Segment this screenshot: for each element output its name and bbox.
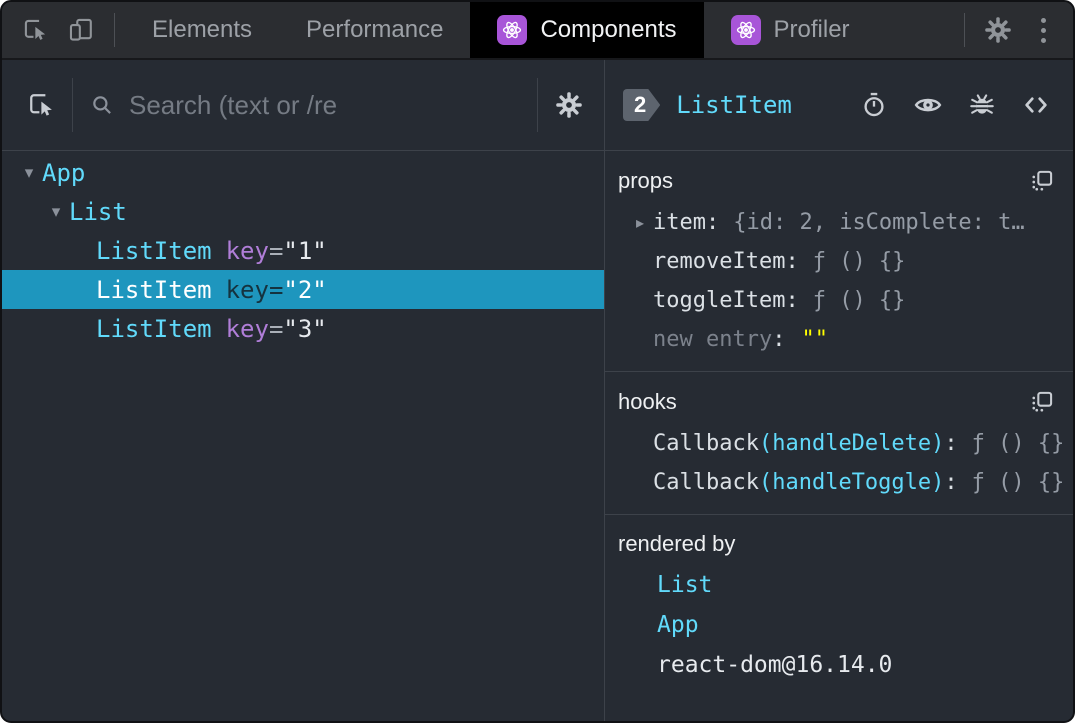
hook-name: (handleDelete) [758,431,945,456]
component-name: ListItem [96,314,212,343]
hook-value: ƒ () {} [971,470,1065,495]
component-inspector-panel: 2 ListItem props ▸ item: {id: 2, isComp… [605,60,1073,721]
suspend-stopwatch-icon[interactable] [860,91,888,119]
tab-performance[interactable]: Performance [279,2,470,58]
tree-row-listitem-2-selected[interactable]: ListItem key = "2" [2,270,604,309]
tab-profiler[interactable]: Profiler [704,2,877,58]
tree-row-app[interactable]: ▾ App [2,153,604,192]
hooks-section-title: hooks [618,389,677,414]
prop-row-toggleitem[interactable]: toggleItem: ƒ () {} [605,281,1073,320]
prop-row-removeitem[interactable]: removeItem: ƒ () {} [605,242,1073,281]
tab-label: Components [540,16,677,43]
new-entry-label: new entry [653,327,773,352]
rendered-by-app-link[interactable]: App [605,605,1073,645]
tab-elements[interactable]: Elements [125,2,279,58]
component-name: ListItem [96,275,212,304]
device-toolbar-icon[interactable] [58,2,104,58]
rendered-by-section: rendered by List App react-dom@16.14.0 [605,515,1073,697]
toolbar-separator [537,78,538,132]
inspect-element-icon[interactable] [12,2,58,58]
copy-props-icon[interactable] [1029,168,1055,194]
element-key-badge: 2 [623,89,660,121]
tab-label: Profiler [773,16,850,43]
key-value: "2" [283,275,327,304]
equals-sign: = [268,236,284,265]
tab-bar-separator [114,13,115,47]
devtools-window: Elements Performance Components Profiler… [0,0,1075,723]
hooks-section: hooks Callback (handleDelete): ƒ () {} Ca… [605,372,1073,515]
inspector-header: 2 ListItem [605,60,1073,151]
view-source-code-icon[interactable] [1021,90,1051,120]
collapse-arrow-icon[interactable]: ▾ [43,202,69,222]
tab-label: Performance [306,16,444,43]
react-logo-icon [497,15,528,45]
tree-row-list[interactable]: ▾ List [2,192,604,231]
hook-type: Callback [653,431,759,456]
new-prop-entry-row[interactable]: new entry: "" [605,320,1073,359]
search-icon [89,92,115,118]
more-options-kebab-icon[interactable] [1021,2,1065,58]
hook-row-handledelete[interactable]: Callback (handleDelete): ƒ () {} [605,424,1073,463]
tab-bar-separator [964,13,965,47]
rendered-by-react-dom: react-dom@16.14.0 [605,645,1073,685]
equals-sign: = [268,314,284,343]
prop-name: item [653,210,706,235]
new-entry-value[interactable]: "" [801,327,828,352]
key-value: "3" [283,314,327,343]
prop-value: ƒ () {} [812,249,906,274]
devtools-tab-bar: Elements Performance Components Profiler [2,2,1073,60]
rendered-by-list-link[interactable]: List [605,565,1073,605]
tree-row-listitem-1[interactable]: ListItem key = "1" [2,231,604,270]
hook-type: Callback [653,470,759,495]
component-name: ListItem [96,236,212,265]
props-section: props ▸ item: {id: 2, isComplete: t… rem… [605,151,1073,372]
component-name: List [69,197,127,226]
component-tree: ▾ App ▾ List ListItem key = "1" ListItem… [2,151,604,721]
hook-row-handletoggle[interactable]: Callback (handleToggle): ƒ () {} [605,463,1073,502]
prop-value: ƒ () {} [812,288,906,313]
tree-settings-gear-icon[interactable] [554,90,584,120]
key-attribute: key [225,314,269,343]
tab-components[interactable]: Components [470,2,704,58]
log-data-bug-icon[interactable] [968,91,996,119]
components-tree-panel: ▾ App ▾ List ListItem key = "1" [2,60,605,721]
hook-value: ƒ () {} [971,431,1065,456]
expand-arrow-icon[interactable]: ▸ [627,213,653,232]
selected-component-title: ListItem [676,91,792,119]
props-section-title: props [618,168,674,193]
tree-toolbar [2,60,604,151]
prop-value: {id: 2, isComplete: t… [733,210,1025,235]
hook-name: (handleToggle) [758,470,945,495]
prop-name: removeItem [653,249,786,274]
tab-label: Elements [152,16,253,43]
prop-row-item[interactable]: ▸ item: {id: 2, isComplete: t… [605,203,1073,242]
toolbar-separator [72,78,73,132]
search-input[interactable] [129,89,521,121]
key-value: "1" [283,236,327,265]
pick-component-icon[interactable] [26,90,56,120]
inspect-dom-eye-icon[interactable] [913,90,943,120]
component-name: App [42,158,86,187]
copy-hooks-icon[interactable] [1029,389,1055,415]
renderer-version: react-dom@16.14.0 [657,652,893,678]
search-box [89,89,521,121]
collapse-arrow-icon[interactable]: ▾ [16,163,42,183]
owner-link[interactable]: App [657,612,699,638]
key-attribute: key [225,236,269,265]
prop-name: toggleItem [653,288,786,313]
react-logo-icon [730,15,761,45]
settings-gear-icon[interactable] [975,2,1021,58]
rendered-by-title: rendered by [618,531,736,556]
equals-sign: = [268,275,284,304]
owner-link[interactable]: List [657,572,712,598]
tree-row-listitem-3[interactable]: ListItem key = "3" [2,309,604,348]
key-attribute: key [225,275,269,304]
